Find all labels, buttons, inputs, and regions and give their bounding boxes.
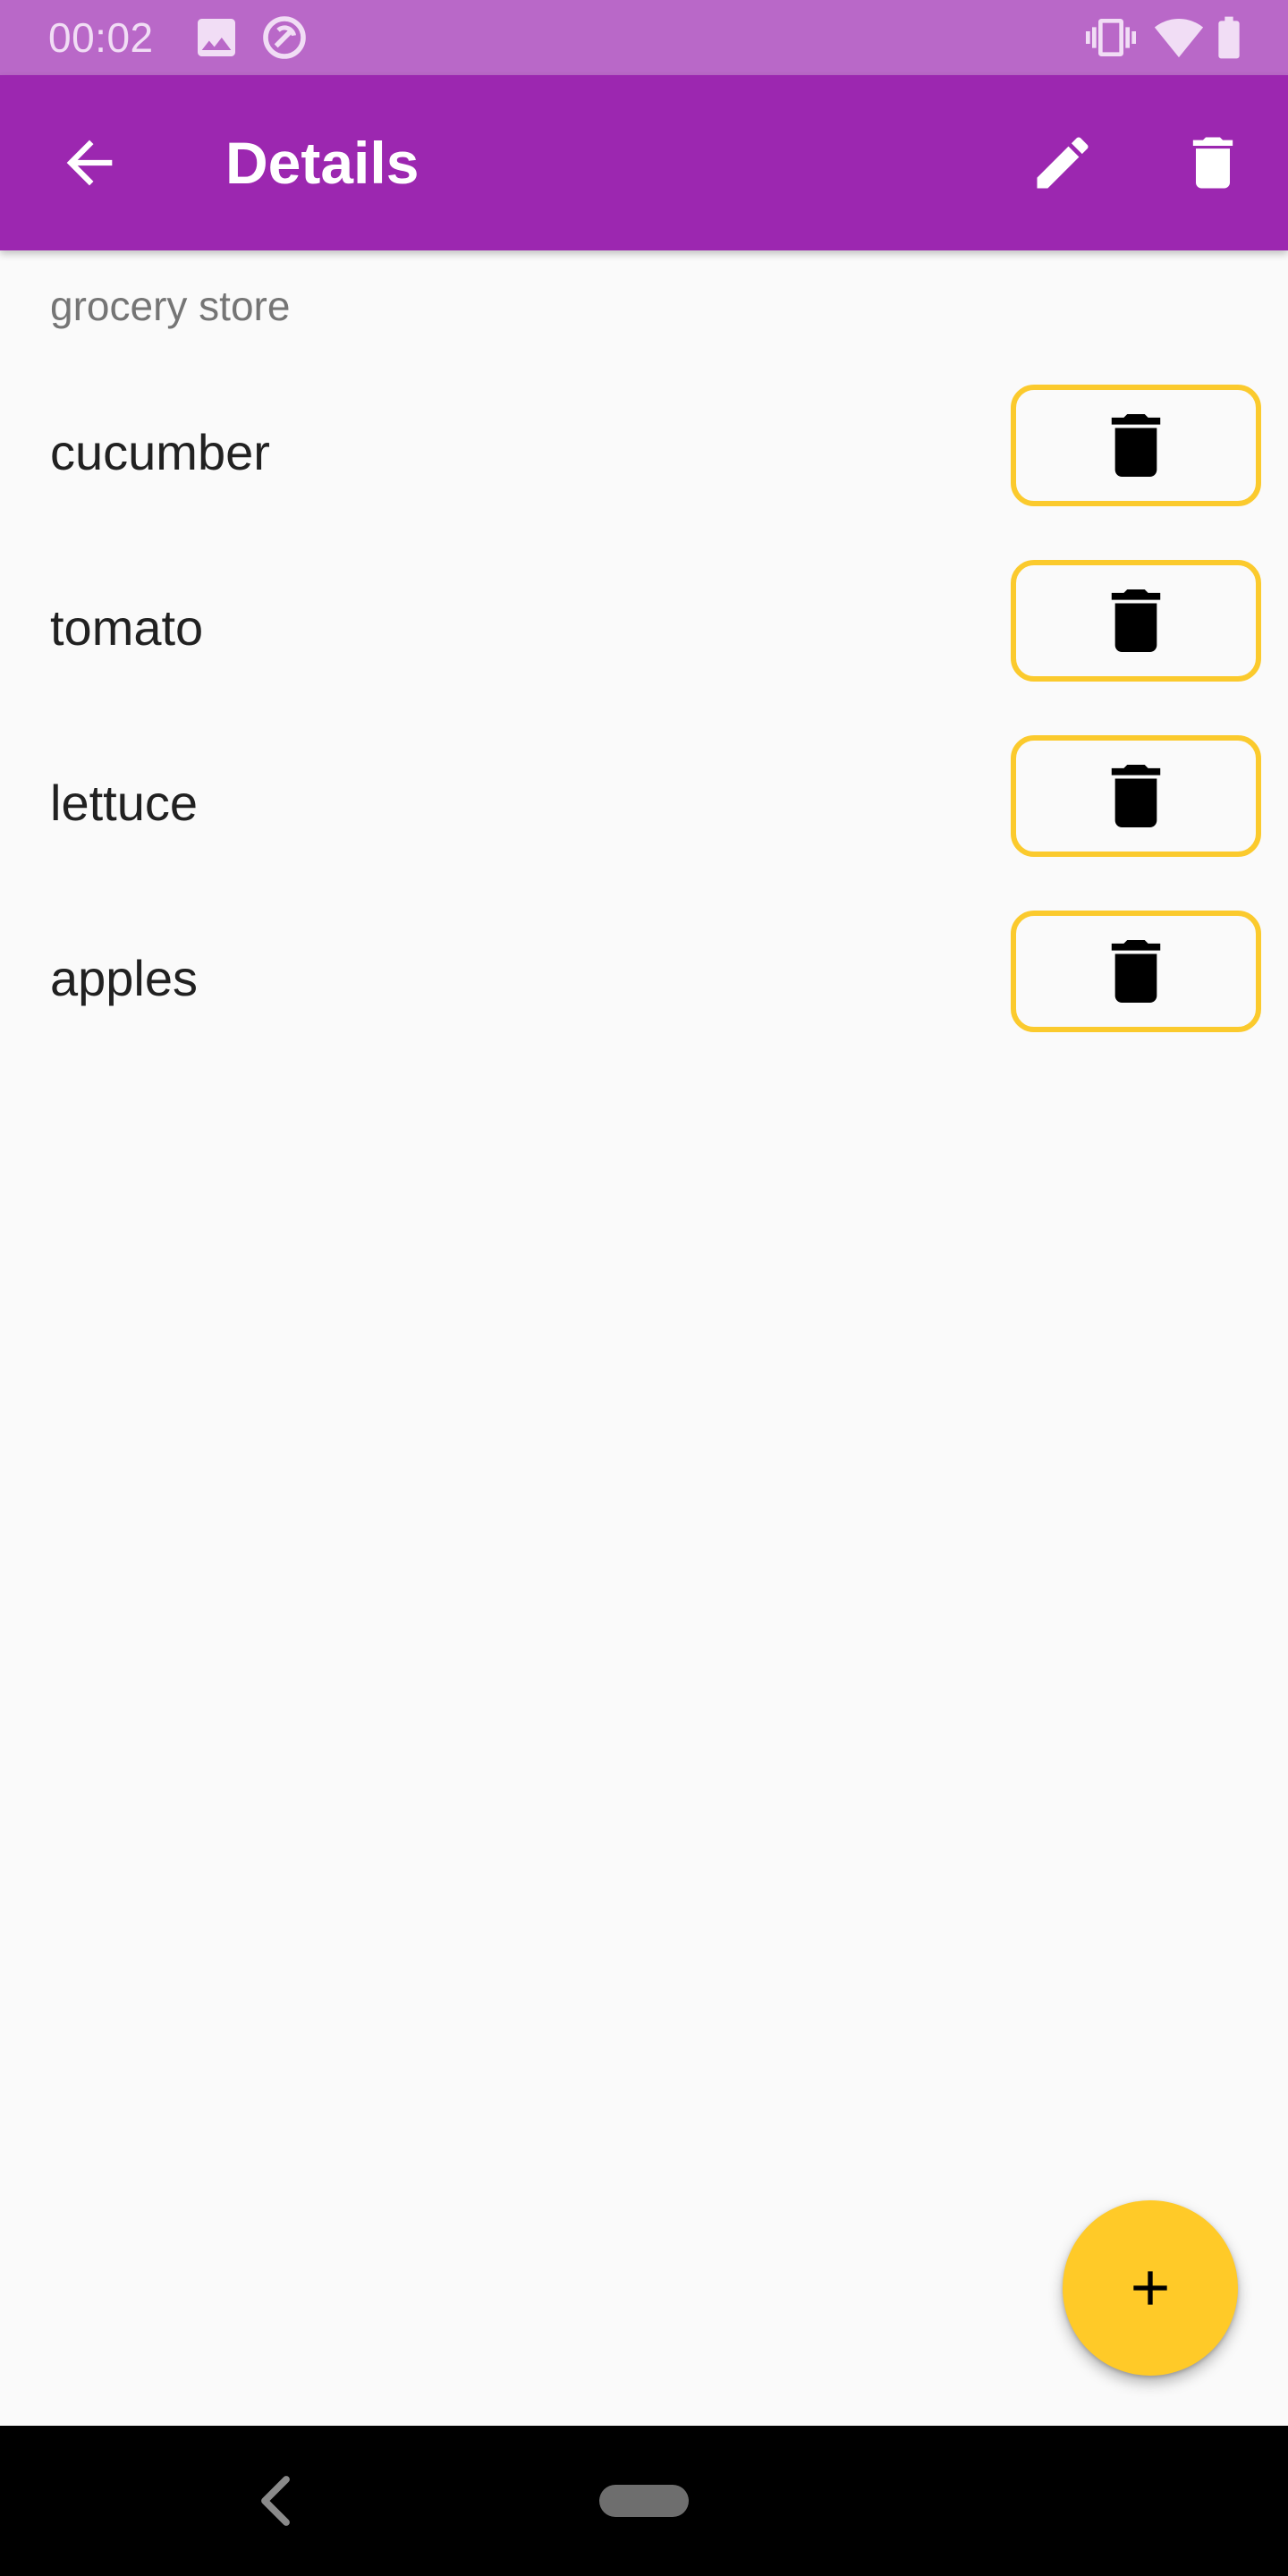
delete-item-button[interactable] xyxy=(1011,735,1261,857)
trash-icon xyxy=(1111,589,1161,652)
trash-icon xyxy=(1111,940,1161,1003)
page-title: Details xyxy=(225,130,419,196)
details-screen: 00:02 Details grocery store cucumber tom… xyxy=(0,0,1288,2576)
delete-item-button[interactable] xyxy=(1011,911,1261,1032)
delete-trash-icon xyxy=(1192,137,1233,189)
list-item: apples xyxy=(0,900,1288,1075)
delete-item-button[interactable] xyxy=(1011,560,1261,682)
edit-pencil-icon xyxy=(1037,137,1089,189)
wifi-icon xyxy=(1154,13,1204,63)
vibrate-icon xyxy=(1086,13,1136,63)
back-arrow-icon xyxy=(66,140,113,186)
list-heading: grocery store xyxy=(50,283,291,329)
trash-icon xyxy=(1111,765,1161,827)
plus-icon xyxy=(1133,2271,1167,2305)
edit-button[interactable] xyxy=(1014,114,1111,211)
list-item: tomato xyxy=(0,549,1288,724)
item-list: cucumber tomato lettuce apples xyxy=(0,374,1288,1075)
back-button[interactable] xyxy=(41,114,138,211)
status-time: 00:02 xyxy=(48,14,154,61)
app-bar: Details xyxy=(0,75,1288,250)
delete-list-button[interactable] xyxy=(1165,114,1261,211)
list-item: cucumber xyxy=(0,374,1288,549)
image-icon xyxy=(191,13,242,63)
nav-home-pill[interactable] xyxy=(599,2485,689,2517)
battery-icon xyxy=(1204,13,1254,63)
system-nav-bar xyxy=(0,2426,1288,2576)
item-label: apples xyxy=(50,950,199,1006)
trash-icon xyxy=(1111,414,1161,477)
sync-icon xyxy=(259,13,309,63)
item-label: cucumber xyxy=(50,424,270,480)
list-item: lettuce xyxy=(0,724,1288,900)
item-label: tomato xyxy=(50,599,204,656)
delete-item-button[interactable] xyxy=(1011,385,1261,506)
add-item-fab[interactable] xyxy=(1063,2200,1238,2376)
nav-back-icon[interactable] xyxy=(254,2474,297,2528)
status-bar: 00:02 xyxy=(0,0,1288,75)
item-label: lettuce xyxy=(50,775,198,831)
